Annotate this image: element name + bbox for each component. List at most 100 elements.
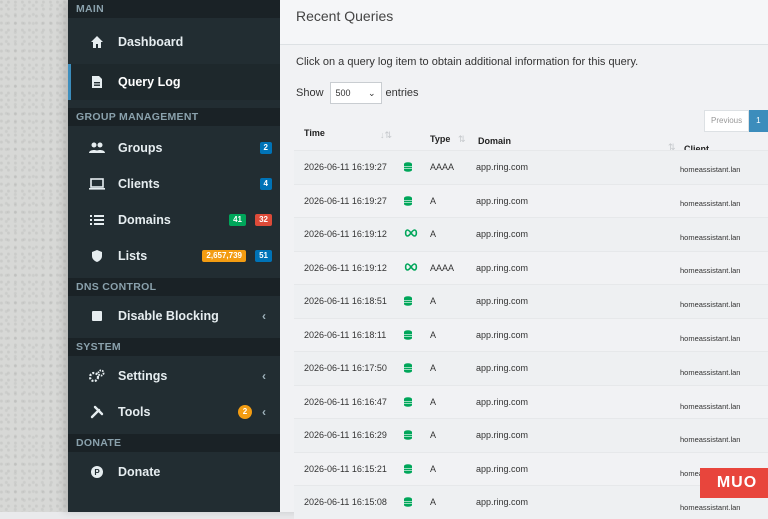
type-cell: A bbox=[430, 397, 436, 407]
table-row[interactable]: 2026-06-11 16:18:51Aapp.ring.comhomeassi… bbox=[294, 284, 768, 318]
sidebar-item-label: Tools bbox=[118, 405, 150, 419]
chevron-left-icon: ‹ bbox=[262, 369, 266, 383]
sidebar-item-dashboard[interactable]: Dashboard bbox=[68, 24, 280, 60]
table-row[interactable]: 2026-06-11 16:19:12Aapp.ring.comhomeassi… bbox=[294, 217, 768, 251]
type-cell: A bbox=[430, 296, 436, 306]
database-icon bbox=[404, 296, 412, 308]
database-icon bbox=[404, 397, 412, 409]
sidebar-item-groups[interactable]: Groups 2 bbox=[68, 130, 280, 166]
time-cell: 2026-06-11 16:19:12 bbox=[304, 263, 387, 273]
pager-page-1[interactable]: 1 bbox=[749, 110, 767, 132]
gears-icon bbox=[88, 367, 106, 385]
sidebar-item-donate[interactable]: P Donate bbox=[68, 454, 280, 490]
table-row[interactable]: 2026-06-11 16:16:47 Aapp.ring.com homeassi… bbox=[294, 385, 768, 419]
sidebar-item-lists[interactable]: Lists 2,657,739 51 bbox=[68, 238, 280, 274]
sidebar-item-clients[interactable]: Clients 4 bbox=[68, 166, 280, 202]
entries-select[interactable]: 500 ⌄ bbox=[330, 82, 382, 104]
count-badge: 2 bbox=[260, 142, 272, 154]
section-header-dns: DNS CONTROL bbox=[68, 278, 280, 296]
entries-control: Show 500 ⌄ entries bbox=[296, 82, 419, 104]
type-cell: A bbox=[430, 196, 436, 206]
sidebar-item-label: Domains bbox=[118, 213, 171, 227]
count-badge: 51 bbox=[255, 250, 272, 262]
time-cell: 2026-06-11 16:15:21 bbox=[304, 464, 387, 474]
column-header-type[interactable]: Type bbox=[430, 134, 450, 144]
sidebar-item-domains[interactable]: Domains 41 32 bbox=[68, 202, 280, 238]
type-cell: A bbox=[430, 430, 436, 440]
client-cell: homeassistant.lan bbox=[680, 300, 740, 309]
domain-cell: app.ring.com bbox=[476, 196, 528, 206]
section-header-group: GROUP MANAGEMENT bbox=[68, 108, 280, 126]
table-row[interactable]: 2026-06-11 16:15:08Aapp.ring.comhomeassi… bbox=[294, 485, 768, 519]
table-row[interactable]: 2026-06-11 16:15:21Aapp.ring.comhomeassi… bbox=[294, 452, 768, 486]
client-cell: homeassistant.lan bbox=[680, 402, 740, 411]
domain-cell: app.ring.com bbox=[476, 397, 528, 407]
entries-label: entries bbox=[386, 87, 419, 99]
monitor-screen: MAIN Dashboard Query Log GROUP MANAGEMEN… bbox=[68, 0, 768, 512]
section-header-donate: DONATE bbox=[68, 434, 280, 452]
wrench-icon bbox=[88, 403, 106, 421]
laptop-icon bbox=[88, 175, 106, 193]
entries-value: 500 bbox=[336, 88, 351, 98]
table-row[interactable]: 2026-06-11 16:19:12AAAAapp.ring.comhomea… bbox=[294, 251, 768, 285]
time-cell: 2026-06-11 16:16:47 bbox=[304, 397, 387, 407]
sidebar-item-disable-blocking[interactable]: Disable Blocking ‹ bbox=[68, 298, 280, 334]
client-cell: homeassistant.lan bbox=[680, 334, 740, 343]
table-row[interactable]: 2026-06-11 16:18:11Aapp.ring.comhomeassi… bbox=[294, 318, 768, 352]
home-icon bbox=[88, 33, 106, 51]
sidebar-item-query-log[interactable]: Query Log bbox=[68, 64, 280, 100]
database-icon bbox=[404, 162, 412, 174]
sort-icon[interactable]: ↓⇅ bbox=[380, 130, 392, 141]
domain-cell: app.ring.com bbox=[476, 330, 528, 340]
time-cell: 2026-06-11 16:18:11 bbox=[304, 330, 386, 340]
sidebar-item-label: Groups bbox=[118, 141, 162, 155]
column-header-time[interactable]: Time bbox=[304, 128, 325, 138]
paypal-icon: P bbox=[88, 463, 106, 481]
domain-cell: app.ring.com bbox=[476, 229, 528, 239]
sort-icon[interactable]: ⇅ bbox=[458, 134, 466, 145]
database-icon bbox=[404, 464, 412, 476]
table-row[interactable]: 2026-06-11 16:19:27Aapp.ring.comhomeassi… bbox=[294, 184, 768, 218]
page-title: Recent Queries bbox=[296, 8, 393, 24]
pagination: Previous 1 2 bbox=[704, 110, 768, 132]
table-row[interactable]: 2026-06-11 16:17:50Aapp.ring.comhomeassi… bbox=[294, 351, 768, 385]
table-row[interactable]: 2026-06-11 16:16:29Aapp.ring.comhomeassi… bbox=[294, 418, 768, 452]
watermark-logo: MUO bbox=[700, 468, 768, 498]
sidebar: MAIN Dashboard Query Log GROUP MANAGEMEN… bbox=[68, 0, 280, 512]
client-cell: homeassistant.lan bbox=[680, 368, 740, 377]
sidebar-item-label: Query Log bbox=[118, 75, 181, 89]
chevron-down-icon: ⌄ bbox=[368, 88, 376, 99]
sidebar-item-label: Lists bbox=[118, 249, 147, 263]
document-icon bbox=[88, 73, 106, 91]
type-cell: A bbox=[430, 229, 436, 239]
type-cell: A bbox=[430, 464, 436, 474]
domain-cell: app.ring.com bbox=[476, 363, 528, 373]
section-header-main: MAIN bbox=[68, 0, 280, 18]
list-icon bbox=[88, 211, 106, 229]
time-cell: 2026-06-11 16:15:08 bbox=[304, 497, 387, 507]
sidebar-item-label: Dashboard bbox=[118, 35, 183, 49]
client-cell: homeassistant.lan bbox=[680, 165, 740, 174]
client-cell: homeassistant.lan bbox=[680, 266, 740, 275]
client-cell: homeassistant.lan bbox=[680, 199, 740, 208]
domain-cell: app.ring.com bbox=[476, 430, 528, 440]
database-icon bbox=[404, 363, 412, 375]
table-row[interactable]: 2026-06-11 16:19:27AAAAapp.ring.comhomea… bbox=[294, 150, 768, 184]
sidebar-item-label: Donate bbox=[118, 465, 160, 479]
database-icon bbox=[404, 196, 412, 208]
type-cell: AAAA bbox=[430, 263, 454, 273]
pager-previous[interactable]: Previous bbox=[704, 110, 749, 132]
column-header-domain[interactable]: Domain bbox=[478, 136, 511, 146]
wall-background bbox=[0, 0, 72, 512]
intro-text: Click on a query log item to obtain addi… bbox=[296, 56, 638, 68]
sidebar-item-tools[interactable]: Tools 2 ‹ bbox=[68, 394, 280, 430]
domain-cell: app.ring.com bbox=[476, 296, 528, 306]
count-badge: 4 bbox=[260, 178, 272, 190]
count-badge: 41 bbox=[229, 214, 246, 226]
time-cell: 2026-06-11 16:17:50 bbox=[304, 363, 387, 373]
sidebar-item-label: Clients bbox=[118, 177, 160, 191]
sidebar-item-label: Settings bbox=[118, 369, 167, 383]
sidebar-item-settings[interactable]: Settings ‹ bbox=[68, 358, 280, 394]
count-badge: 2,657,739 bbox=[202, 250, 246, 262]
domain-cell: app.ring.com bbox=[476, 497, 528, 507]
